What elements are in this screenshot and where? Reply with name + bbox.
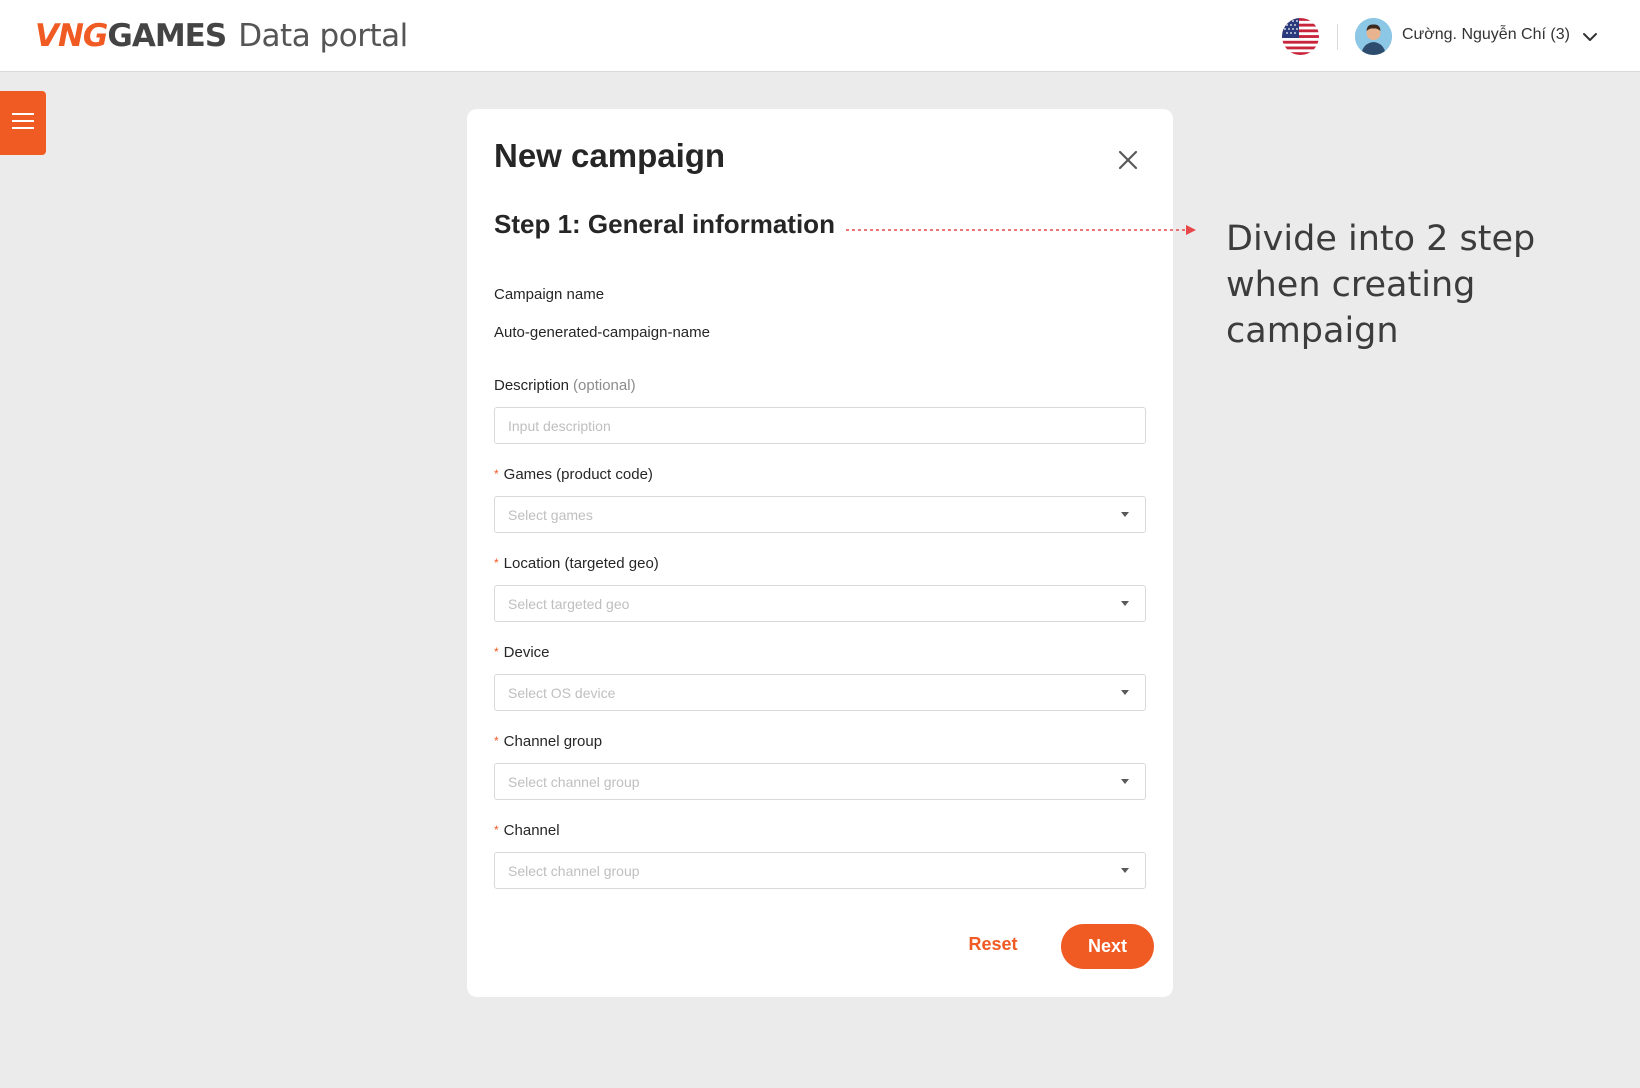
logo-vng-text: VNG — [35, 18, 108, 54]
description-input[interactable] — [494, 407, 1146, 444]
reset-button[interactable]: Reset — [961, 931, 1025, 957]
channel-group-select[interactable]: Select channel group — [494, 763, 1146, 800]
required-mark: * — [494, 734, 499, 748]
location-select-placeholder: Select targeted geo — [508, 596, 630, 612]
device-select-placeholder: Select OS device — [508, 685, 616, 701]
games-select-placeholder: Select games — [508, 507, 593, 523]
description-label-text: Description — [494, 377, 570, 394]
annotation-text: Divide into 2 step when creating campaig… — [1226, 219, 1536, 351]
logo-games-text: GAMES — [107, 18, 227, 54]
device-label-text: Device — [503, 644, 550, 661]
hamburger-menu-icon — [12, 112, 34, 134]
caret-down-icon — [1121, 601, 1129, 606]
channel-group-select-placeholder: Select channel group — [508, 774, 640, 790]
games-label-text: Games (product code) — [503, 466, 653, 483]
required-mark: * — [494, 467, 499, 481]
location-select[interactable]: Select targeted geo — [494, 585, 1146, 622]
channel-select[interactable]: Select channel group — [494, 852, 1146, 889]
caret-down-icon — [1121, 512, 1129, 517]
user-name[interactable]: Cường. Nguyễn Chí (3) — [1402, 26, 1570, 44]
modal-title: New campaign — [494, 137, 726, 174]
step-title: Step 1: General information — [494, 209, 835, 239]
campaign-name-label-text: Campaign name — [494, 286, 605, 303]
required-mark: * — [494, 823, 499, 837]
description-label: Description (optional) — [494, 377, 636, 394]
header-divider — [1337, 24, 1338, 50]
caret-down-icon — [1121, 690, 1129, 695]
top-header: VNG GAMES Data portal Cường. Nguyễn Chí … — [0, 0, 1640, 72]
hamburger-menu-button[interactable] — [0, 91, 46, 155]
required-mark: * — [494, 556, 499, 570]
channel-group-label: * Channel group — [494, 733, 602, 750]
vnggames-logo: VNG GAMES — [35, 18, 227, 54]
optional-hint: (optional) — [573, 377, 636, 394]
device-label: * Device — [494, 644, 550, 661]
avatar[interactable] — [1355, 18, 1392, 55]
channel-group-label-text: Channel group — [503, 733, 603, 750]
app-title: Data portal — [238, 18, 408, 54]
new-campaign-modal: New campaign Step 1: General information… — [467, 109, 1173, 997]
campaign-name-value: Auto-generated-campaign-name — [494, 324, 710, 341]
device-select[interactable]: Select OS device — [494, 674, 1146, 711]
caret-down-icon — [1121, 868, 1129, 873]
us-flag-icon[interactable] — [1282, 18, 1319, 55]
channel-select-placeholder: Select channel group — [508, 863, 640, 879]
location-label-text: Location (targeted geo) — [503, 555, 659, 572]
required-mark: * — [494, 645, 499, 659]
caret-down-icon — [1121, 779, 1129, 784]
close-icon[interactable] — [1117, 149, 1139, 171]
brand[interactable]: VNG GAMES Data portal — [35, 14, 408, 58]
channel-label-text: Channel — [503, 822, 560, 839]
chevron-down-icon[interactable] — [1580, 27, 1600, 47]
games-label: * Games (product code) — [494, 466, 653, 483]
campaign-name-label: Campaign name — [494, 286, 604, 303]
location-label: * Location (targeted geo) — [494, 555, 659, 572]
next-button[interactable]: Next — [1061, 924, 1154, 969]
channel-label: * Channel — [494, 822, 560, 839]
games-select[interactable]: Select games — [494, 496, 1146, 533]
annotation-arrow — [846, 223, 1196, 237]
